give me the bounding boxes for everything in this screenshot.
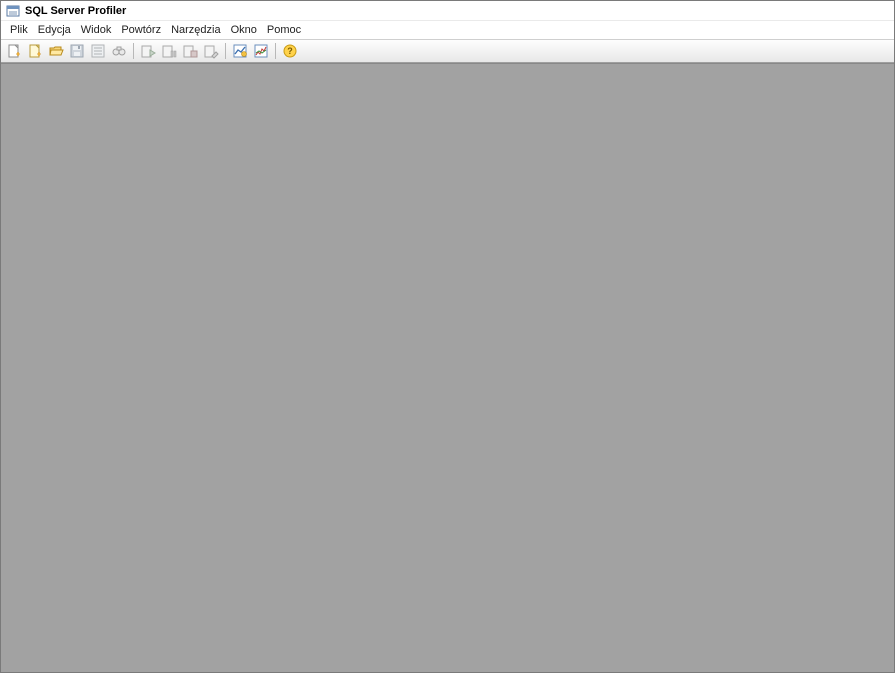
properties-button[interactable] (88, 41, 108, 61)
new-trace-button[interactable] (4, 41, 24, 61)
menu-edit[interactable]: Edycja (33, 23, 76, 37)
stop-icon (182, 43, 198, 59)
menu-view[interactable]: Widok (76, 23, 117, 37)
menu-tools[interactable]: Narzędzia (166, 23, 226, 37)
svg-text:?: ? (287, 46, 293, 56)
help-button[interactable]: ? (280, 41, 300, 61)
mdi-workspace (1, 63, 894, 672)
clear-trace-button[interactable] (201, 41, 221, 61)
menu-file[interactable]: Plik (5, 23, 33, 37)
find-button[interactable] (109, 41, 129, 61)
save-button[interactable] (67, 41, 87, 61)
tuning-advisor-button[interactable] (230, 41, 250, 61)
title-bar: SQL Server Profiler (1, 1, 894, 21)
binoculars-icon (111, 43, 127, 59)
menu-bar: Plik Edycja Widok Powtórz Narzędzia Okno… (1, 21, 894, 39)
run-trace-button[interactable] (138, 41, 158, 61)
play-icon (140, 43, 156, 59)
document-new-icon (27, 43, 43, 59)
menu-window[interactable]: Okno (226, 23, 262, 37)
toolbar: ? (1, 39, 894, 63)
document-spark-icon (6, 43, 22, 59)
stop-trace-button[interactable] (180, 41, 200, 61)
toolbar-separator (275, 43, 276, 59)
new-template-button[interactable] (25, 41, 45, 61)
app-icon (5, 3, 21, 19)
activity-monitor-button[interactable] (251, 41, 271, 61)
toolbar-separator (133, 43, 134, 59)
pause-icon (161, 43, 177, 59)
floppy-icon (69, 43, 85, 59)
chart-icon (253, 43, 269, 59)
title-text: SQL Server Profiler (25, 5, 126, 17)
toolbar-separator (225, 43, 226, 59)
properties-icon (90, 43, 106, 59)
folder-open-icon (48, 43, 64, 59)
menu-replay[interactable]: Powtórz (116, 23, 166, 37)
help-icon: ? (282, 43, 298, 59)
open-button[interactable] (46, 41, 66, 61)
tuning-icon (232, 43, 248, 59)
menu-help[interactable]: Pomoc (262, 23, 306, 37)
erase-icon (203, 43, 219, 59)
pause-trace-button[interactable] (159, 41, 179, 61)
